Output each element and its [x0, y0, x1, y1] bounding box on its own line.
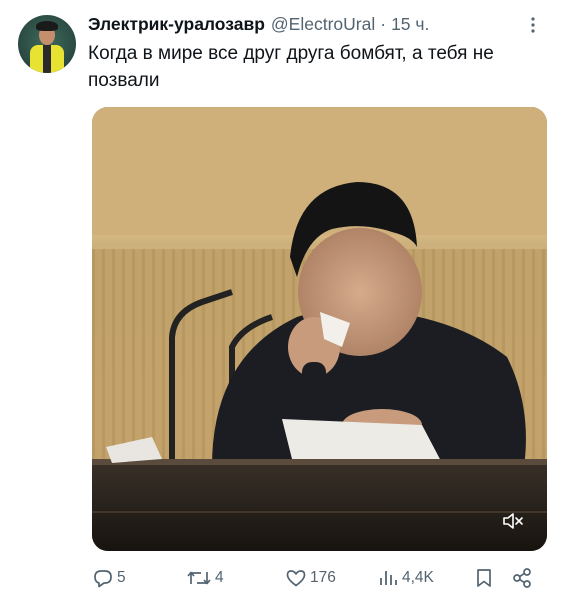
like-button[interactable]: 176	[285, 565, 336, 591]
share-icon	[513, 568, 531, 588]
retweet-count: 4	[215, 569, 224, 586]
retweet-icon	[187, 571, 211, 585]
views-count: 4,4K	[402, 569, 434, 586]
heart-icon	[286, 570, 306, 587]
author-handle[interactable]: @ElectroUral	[271, 14, 375, 35]
video-frame	[92, 107, 547, 551]
more-options-icon[interactable]	[524, 16, 542, 34]
like-count: 176	[310, 569, 336, 586]
tweet-media-video[interactable]	[92, 107, 547, 551]
avatar-figure-hair	[36, 21, 58, 31]
author-display-name[interactable]: Электрик-уралозавр	[88, 14, 265, 35]
mute-icon[interactable]	[502, 511, 524, 531]
reply-count: 5	[117, 569, 126, 586]
avatar[interactable]	[18, 15, 76, 73]
reply-button[interactable]: 5	[92, 565, 126, 591]
reply-icon	[94, 570, 112, 588]
views-button[interactable]: 4,4K	[377, 565, 434, 591]
tweet-text: Когда в мире все друг друга бомбят, а те…	[88, 43, 494, 91]
retweet-button[interactable]: 4	[186, 565, 224, 591]
tweet-action-bar: 5 4 176 4,4K	[92, 560, 542, 596]
header-separator: ·	[380, 13, 387, 34]
avatar-figure-stripe	[43, 45, 51, 73]
bookmark-button[interactable]	[474, 565, 494, 591]
bookmark-icon	[477, 569, 491, 587]
share-button[interactable]	[511, 565, 533, 591]
tweet-timestamp[interactable]: 15 ч.	[391, 14, 429, 35]
tweet-header: Электрик-уралозавр @ElectroUral · 15 ч.	[88, 12, 546, 36]
views-icon	[380, 571, 397, 585]
